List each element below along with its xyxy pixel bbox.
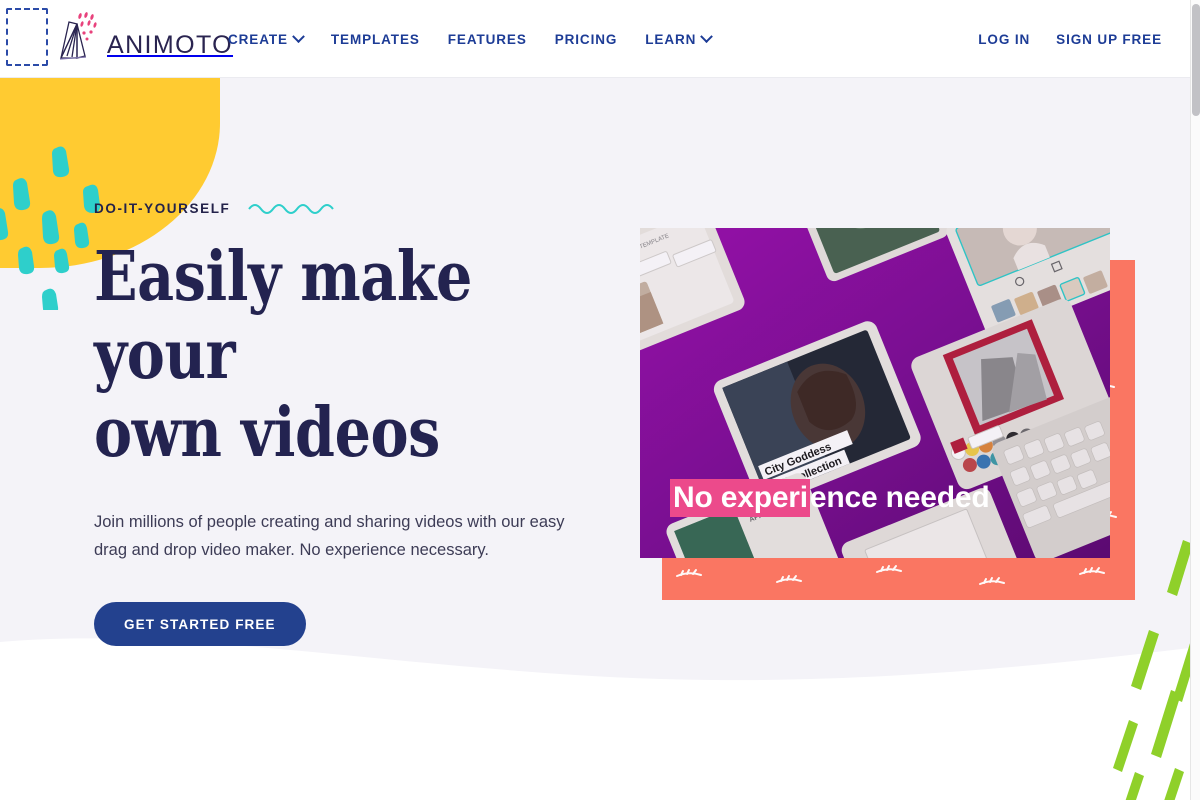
nav-item-pricing-label: PRICING — [554, 31, 618, 47]
hero-headline-line-1: Easily make your — [94, 237, 472, 395]
get-started-free-button[interactable]: GET STARTED FREE — [94, 602, 306, 646]
nav-item-features-label: FEATURES — [447, 31, 527, 47]
hero-subcopy: Join millions of people creating and sha… — [94, 513, 565, 559]
main-navigation: CREATE TEMPLATES FEATURES PRICING LEARN — [228, 0, 714, 78]
nav-item-templates-label: TEMPLATES — [330, 31, 420, 47]
hero-headline: Easily make your own videos — [94, 238, 615, 472]
hero-media: CHOOSE A TEMPLATE — [640, 228, 1135, 600]
log-in-label: LOG IN — [978, 31, 1031, 47]
site-header: ANIMOTO CREATE TEMPLATES FEATURES PRICIN… — [0, 0, 1190, 78]
nav-item-templates[interactable]: TEMPLATES — [331, 32, 420, 47]
nav-item-create[interactable]: CREATE — [228, 29, 305, 47]
caption-highlighted-text: No experi — [670, 478, 810, 517]
chevron-down-icon — [700, 29, 714, 43]
nav-item-learn-label: LEARN — [645, 31, 697, 47]
hero-photo[interactable]: CHOOSE A TEMPLATE — [640, 228, 1110, 558]
page-root: ANIMOTO CREATE TEMPLATES FEATURES PRICIN… — [0, 0, 1200, 800]
page-scrollbar[interactable] — [1190, 0, 1200, 800]
scrollbar-thumb[interactable] — [1192, 4, 1200, 116]
caption-rest-text: ence needed — [809, 480, 990, 514]
hero-headline-line-2: own videos — [94, 393, 440, 473]
hero-copy-block: DO-IT-YOURSELF Easily make your own vide… — [94, 196, 614, 646]
nav-item-learn[interactable]: LEARN — [645, 29, 714, 47]
animoto-logo-link[interactable]: ANIMOTO — [55, 8, 233, 68]
teal-squiggle-icon — [248, 204, 335, 214]
focus-outline-box — [6, 8, 48, 66]
nav-item-create-label: CREATE — [228, 31, 288, 47]
log-in-link[interactable]: LOG IN — [978, 32, 1030, 47]
nav-item-pricing[interactable]: PRICING — [555, 32, 618, 47]
header-actions: LOG IN SIGN UP FREE — [978, 0, 1162, 78]
sign-up-free-link[interactable]: SIGN UP FREE — [1056, 32, 1162, 47]
hero-eyebrow: DO-IT-YOURSELF — [94, 200, 231, 216]
chevron-down-icon — [292, 29, 305, 43]
hero-eyebrow-row: DO-IT-YOURSELF — [94, 196, 614, 220]
animoto-wordmark: ANIMOTO — [107, 30, 234, 59]
hero-photo-caption: No experience needed — [670, 478, 990, 517]
animoto-fan-logo-icon — [55, 12, 99, 64]
nav-item-features[interactable]: FEATURES — [448, 32, 527, 47]
sign-up-free-label: SIGN UP FREE — [1056, 31, 1162, 47]
